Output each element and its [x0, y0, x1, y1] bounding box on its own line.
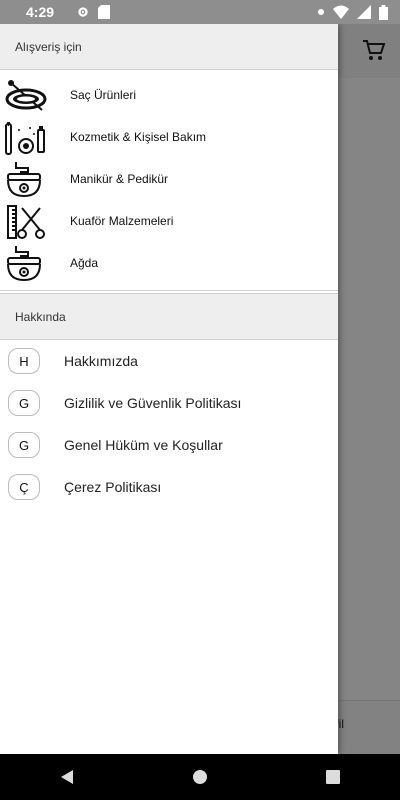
category-waxing[interactable]: Ağda — [0, 242, 338, 284]
letter-avatar: G — [8, 390, 40, 416]
about-item-label: Çerez Politikası — [64, 479, 162, 495]
back-button[interactable] — [47, 762, 87, 792]
recents-button[interactable] — [313, 762, 353, 792]
wax-jar-icon — [7, 246, 41, 282]
back-icon — [60, 770, 73, 784]
wifi-icon — [333, 5, 349, 19]
hair-clip-icon — [5, 80, 47, 111]
about-section-header: Hakkında — [0, 294, 338, 340]
recents-icon — [326, 770, 341, 784]
cosmetics-icon — [5, 122, 45, 155]
shop-section-header: Alışveriş için — [0, 24, 338, 70]
navigation-drawer: Alışveriş için Saç Ürünleri Kozmetik & K… — [0, 24, 338, 754]
sd-card-icon — [98, 5, 111, 19]
shop-category-list: Saç Ürünleri Kozmetik & Kişisel Bakım Ma… — [0, 70, 338, 284]
category-hair-products[interactable]: Saç Ürünleri — [0, 74, 338, 116]
about-item-label: Gizlilik ve Güvenlik Politikası — [64, 395, 242, 411]
category-hairdresser-supplies[interactable]: Kuaför Malzemeleri — [0, 200, 338, 242]
category-label: Kozmetik & Kişisel Bakım — [70, 130, 207, 144]
about-item-label: Hakkımızda — [64, 353, 138, 369]
status-bar: 4:29 — [0, 0, 400, 24]
status-time: 4:29 — [26, 4, 55, 20]
about-item-label: Genel Hüküm ve Koşullar — [64, 437, 223, 453]
about-section-title: Hakkında — [15, 309, 66, 324]
cookie-policy-item[interactable]: Ç Çerez Politikası — [0, 466, 338, 508]
terms-conditions-item[interactable]: G Genel Hüküm ve Koşullar — [0, 424, 338, 466]
scissors-comb-icon — [7, 205, 45, 239]
shop-section-title: Alışveriş için — [15, 39, 82, 54]
nail-care-icon — [7, 162, 41, 198]
letter-avatar: Ç — [8, 474, 40, 500]
category-manicure-pedicure[interactable]: Manikür & Pedikür — [0, 158, 338, 200]
home-button[interactable] — [180, 762, 220, 792]
category-label: Manikür & Pedikür — [70, 172, 169, 186]
signal-icon — [357, 5, 371, 19]
category-label: Saç Ürünleri — [70, 88, 137, 102]
battery-icon — [379, 4, 388, 20]
settings-icon — [78, 7, 88, 17]
about-us-item[interactable]: H Hakkımızda — [0, 340, 338, 382]
privacy-policy-item[interactable]: G Gizlilik ve Güvenlik Politikası — [0, 382, 338, 424]
about-list: H Hakkımızda G Gizlilik ve Güvenlik Poli… — [0, 340, 338, 508]
notification-dot-icon — [318, 9, 324, 15]
category-cosmetics[interactable]: Kozmetik & Kişisel Bakım — [0, 116, 338, 158]
letter-avatar: G — [8, 432, 40, 458]
home-icon — [192, 770, 207, 784]
category-label: Ağda — [70, 256, 99, 270]
system-nav-bar — [0, 754, 400, 800]
letter-avatar: H — [8, 348, 40, 374]
category-label: Kuaför Malzemeleri — [70, 214, 174, 228]
